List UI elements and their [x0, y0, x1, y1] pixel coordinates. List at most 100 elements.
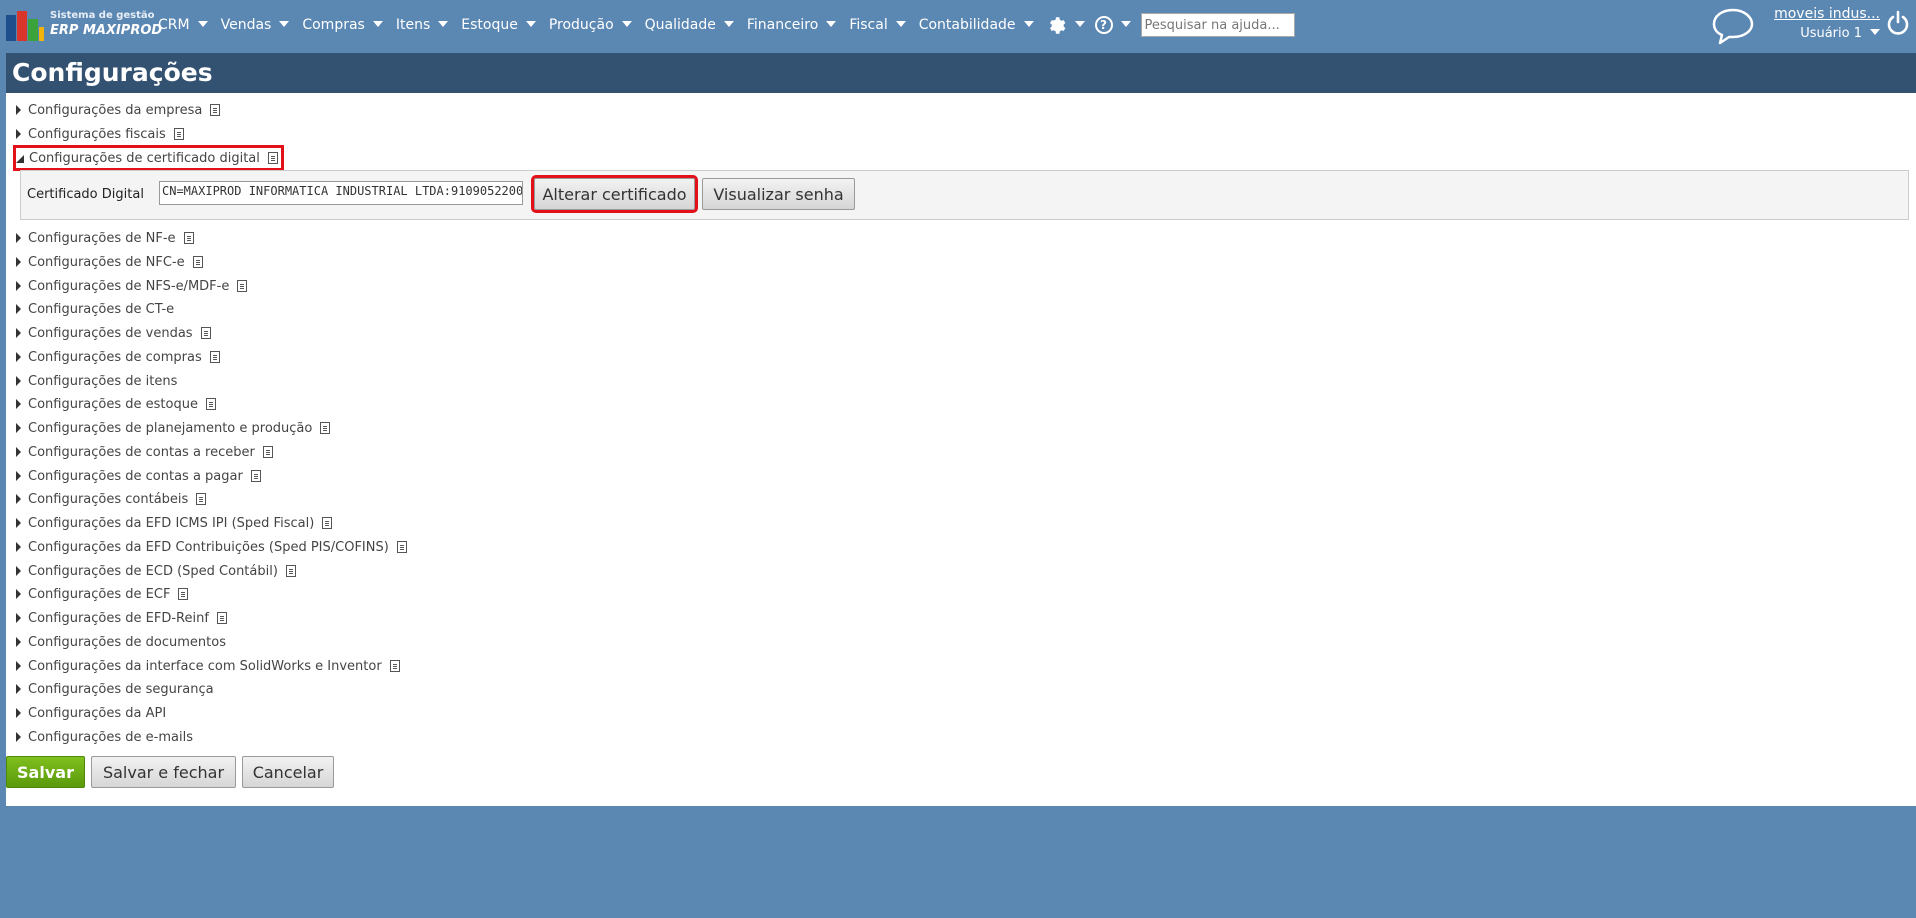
menu-producao[interactable]: Produção — [549, 17, 632, 33]
document-icon[interactable] — [216, 612, 227, 624]
save-and-close-button[interactable]: Salvar e fechar — [91, 756, 236, 788]
tree-section[interactable]: Configurações de NFC-e — [16, 252, 203, 272]
tree-section[interactable]: Configurações fiscais — [16, 124, 184, 144]
tree-section[interactable]: Configurações de documentos — [16, 632, 226, 652]
expanded-arrow-icon — [16, 155, 24, 163]
tree-section[interactable]: Configurações da API — [16, 703, 166, 723]
tree-section-label: Configurações de NF-e — [28, 230, 176, 246]
menu-vendas[interactable]: Vendas — [221, 17, 290, 33]
document-icon[interactable] — [200, 327, 211, 339]
tree-section[interactable]: Configurações de planejamento e produção — [16, 418, 331, 438]
document-icon[interactable] — [250, 470, 261, 482]
user-area: moveis indus... Usuário 1 — [1760, 6, 1880, 41]
document-icon[interactable] — [205, 398, 216, 410]
tree-section[interactable]: Configurações de contas a pagar — [16, 466, 261, 486]
menu-estoque[interactable]: Estoque — [461, 17, 536, 33]
caret-down-icon — [279, 20, 290, 27]
view-password-button[interactable]: Visualizar senha — [702, 178, 855, 210]
document-icon[interactable] — [285, 565, 296, 577]
tree-section-label: Configurações de estoque — [28, 396, 198, 412]
document-icon[interactable] — [237, 280, 248, 292]
document-icon[interactable] — [183, 232, 194, 244]
tree-section-label: Configurações de certificado digital — [29, 150, 260, 166]
chat-bubble-icon[interactable] — [1710, 6, 1756, 46]
tree-section[interactable]: Configurações de compras — [16, 347, 220, 367]
tree-section[interactable]: Configurações de ECF — [16, 584, 189, 604]
menu-fiscal[interactable]: Fiscal — [849, 17, 906, 33]
caret-down-icon — [1023, 20, 1034, 27]
company-link[interactable]: moveis indus... — [1760, 6, 1880, 22]
collapsed-arrow-icon — [16, 732, 21, 742]
logo-mark-icon — [6, 11, 44, 41]
tree-section-label: Configurações de planejamento e produção — [28, 420, 313, 436]
collapsed-arrow-icon — [16, 399, 21, 409]
settings-menu[interactable] — [1047, 15, 1085, 35]
collapsed-arrow-icon — [16, 423, 21, 433]
document-icon[interactable] — [262, 446, 273, 458]
power-icon[interactable] — [1886, 10, 1910, 36]
tree-section[interactable]: Configurações da empresa — [16, 100, 221, 120]
document-icon[interactable] — [192, 256, 203, 268]
tree-section-label: Configurações da EFD Contribuições (Sped… — [28, 539, 389, 555]
menu-compras[interactable]: Compras — [302, 17, 383, 33]
tree-section-label: Configurações de itens — [28, 373, 178, 389]
tree-section-label: Configurações de EFD-Reinf — [28, 610, 209, 626]
tree-section[interactable]: Configurações de vendas — [16, 323, 211, 343]
collapsed-arrow-icon — [16, 447, 21, 457]
menu-crm[interactable]: CRM — [158, 17, 208, 33]
tree-section-label: Configurações de segurança — [28, 681, 214, 697]
tree-section[interactable]: Configurações de EFD-Reinf — [16, 608, 227, 628]
tree-section[interactable]: Configurações de certificado digital — [13, 145, 284, 171]
tree-section[interactable]: Configurações de itens — [16, 371, 177, 391]
user-menu[interactable]: Usuário 1 — [1760, 26, 1880, 41]
help-icon: ? — [1094, 16, 1113, 34]
collapsed-arrow-icon — [16, 708, 21, 718]
menu-qualidade[interactable]: Qualidade — [645, 17, 734, 33]
app-logo[interactable]: Sistema de gestão ERP MAXIPROD — [6, 8, 162, 42]
cancel-button[interactable]: Cancelar — [242, 756, 334, 788]
tree-section[interactable]: Configurações da interface com SolidWork… — [16, 656, 400, 676]
tree-section[interactable]: Configurações de estoque — [16, 394, 216, 414]
tree-section[interactable]: Configurações de CT-e — [16, 299, 174, 319]
document-icon[interactable] — [210, 104, 221, 116]
menu-contabilidade[interactable]: Contabilidade — [919, 17, 1034, 33]
tree-section[interactable]: Configurações de contas a receber — [16, 442, 273, 462]
document-icon[interactable] — [396, 541, 407, 553]
tree-section[interactable]: Configurações de ECD (Sped Contábil) — [16, 561, 296, 581]
document-icon[interactable] — [196, 493, 207, 505]
document-icon[interactable] — [389, 660, 400, 672]
gear-icon — [1049, 17, 1065, 34]
menu-itens[interactable]: Itens — [396, 17, 449, 33]
collapsed-arrow-icon — [16, 257, 21, 267]
caret-down-icon — [1074, 20, 1085, 27]
change-certificate-button[interactable]: Alterar certificado — [531, 175, 698, 213]
save-button[interactable]: Salvar — [6, 756, 85, 788]
collapsed-arrow-icon — [16, 637, 21, 647]
document-icon[interactable] — [173, 128, 184, 140]
certificate-field[interactable]: CN=MAXIPROD INFORMATICA INDUSTRIAL LTDA:… — [159, 181, 523, 205]
help-menu[interactable]: ? — [1094, 16, 1131, 34]
tree-section[interactable]: Configurações da EFD ICMS IPI (Sped Fisc… — [16, 513, 333, 533]
document-icon[interactable] — [322, 517, 333, 529]
document-icon[interactable] — [267, 152, 278, 164]
tree-section[interactable]: Configurações contábeis — [16, 489, 207, 509]
help-search-input[interactable] — [1140, 13, 1295, 37]
document-icon[interactable] — [320, 422, 331, 434]
tree-section-label: Configurações de NFS-e/MDF-e — [28, 278, 230, 294]
menu-financeiro[interactable]: Financeiro — [747, 17, 837, 33]
tree-section[interactable]: Configurações de NFS-e/MDF-e — [16, 276, 248, 296]
tree-section-label: Configurações de CT-e — [28, 301, 175, 317]
tree-section-label: Configurações contábeis — [28, 491, 189, 507]
tree-section[interactable]: Configurações de e-mails — [16, 727, 193, 747]
document-icon[interactable] — [209, 351, 220, 363]
tree-section-label: Configurações de ECF — [28, 586, 171, 602]
tree-section[interactable]: Configurações da EFD Contribuições (Sped… — [16, 537, 407, 557]
logo-title: ERP MAXIPROD — [50, 23, 163, 38]
tree-section[interactable]: Configurações de NF-e — [16, 228, 194, 248]
tree-section-label: Configurações da API — [28, 705, 167, 721]
collapsed-arrow-icon — [16, 304, 21, 314]
document-icon[interactable] — [178, 588, 189, 600]
caret-down-icon — [826, 20, 837, 27]
collapsed-arrow-icon — [16, 494, 21, 504]
tree-section[interactable]: Configurações de segurança — [16, 679, 214, 699]
